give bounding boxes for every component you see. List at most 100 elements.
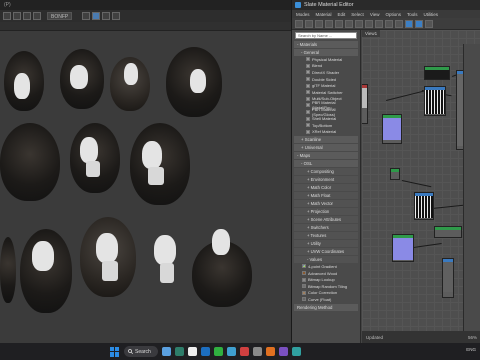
browser-item[interactable]: Material Switcher [294,89,358,96]
app-icon[interactable] [175,347,184,356]
osl-subgroup[interactable]: - Values [294,256,358,264]
material-node[interactable] [392,234,414,262]
bitmap-node[interactable] [414,192,434,220]
menu-view[interactable]: View [370,12,380,17]
slate-title-bar[interactable]: Slate Material Editor [292,0,480,10]
hair-model[interactable] [70,123,120,193]
osl-subgroup[interactable]: + Environment [294,176,358,184]
category-scanline[interactable]: + Scanline [294,136,358,144]
browser-search-input[interactable]: Search by Name ... [295,32,357,39]
osl-subgroup[interactable]: + UVW Coordinates [294,248,358,256]
hair-model[interactable] [4,51,44,111]
hair-model[interactable] [192,227,252,307]
browser-item[interactable]: Double Sided [294,76,358,83]
pick-material-icon[interactable] [305,19,313,28]
map-item[interactable]: Color Correction [294,290,358,297]
start-icon[interactable] [110,346,120,357]
menu-utilities[interactable]: Utilities [424,12,439,17]
app-icon[interactable] [201,347,210,356]
material-map-browser-icon[interactable] [415,19,423,28]
map-item[interactable]: Curve (Float) [294,296,358,303]
browser-item[interactable]: Physical Material [294,56,358,63]
tool-button[interactable] [112,12,121,20]
menu-modes[interactable]: Modes [296,12,310,17]
hair-model[interactable] [146,225,186,299]
osl-subgroup[interactable]: + Scene Attributes [294,216,358,224]
category-general[interactable]: - General [294,49,358,56]
show-map-icon[interactable] [365,19,373,28]
bitmap-node[interactable] [424,86,446,116]
chrome-icon[interactable] [214,347,223,356]
category-maps[interactable]: - Maps [294,152,358,160]
app-icon[interactable] [188,347,197,356]
output-node[interactable] [442,258,454,298]
explorer-icon[interactable] [162,347,171,356]
tool-button[interactable] [3,12,11,20]
category-rendering-method[interactable]: Rendering Method [294,303,358,311]
tool-button[interactable] [23,12,31,20]
view-mode-dropdown[interactable]: BONFP [47,12,73,20]
hair-model[interactable] [130,123,190,205]
osl-subgroup[interactable]: + Switchers [294,224,358,232]
hair-model[interactable] [166,47,222,117]
app-icon[interactable] [227,347,236,356]
map-item[interactable]: Advanced Wood [294,270,358,277]
delete-icon[interactable] [335,19,343,28]
assign-material-icon[interactable] [325,19,333,28]
hair-model[interactable] [110,53,150,111]
app-icon[interactable] [266,347,275,356]
app-icon[interactable] [240,347,249,356]
parameter-editor-edge[interactable] [463,44,480,331]
map-item[interactable]: Bitmap Lookup [294,276,358,283]
navigator-icon[interactable] [425,19,433,28]
texture-node[interactable] [362,84,368,124]
select-tool-icon[interactable] [295,19,303,28]
max-taskbar-icon[interactable] [292,347,301,356]
browser-item[interactable]: XRef Material [294,129,358,136]
zoom-level[interactable]: 56% [468,335,477,340]
view-tab[interactable]: View1 [362,30,381,37]
taskbar-search[interactable]: Search [124,346,158,357]
browser-item[interactable]: Top/Bottom [294,122,358,129]
menu-select[interactable]: Select [351,12,364,17]
tool-button[interactable] [33,12,41,20]
hide-unused-icon[interactable] [355,19,363,28]
menu-tools[interactable]: Tools [407,12,418,17]
browser-item[interactable]: glTF Material [294,82,358,89]
hair-model[interactable] [20,229,72,313]
osl-subgroup[interactable]: + Math Color [294,184,358,192]
hair-model[interactable] [0,123,60,201]
map-item[interactable]: 4-point Gradient [294,263,358,270]
browser-item[interactable]: Blend [294,63,358,70]
osl-subgroup[interactable]: + Projection [294,208,358,216]
show-background-icon[interactable] [375,19,383,28]
layout-children-icon[interactable] [395,19,403,28]
osl-subgroup[interactable]: + Math Vector [294,200,358,208]
tool-button[interactable] [82,12,91,20]
texture-node[interactable] [390,168,400,180]
app-icon[interactable] [279,347,288,356]
menu-options[interactable]: Options [386,12,402,17]
hair-model[interactable] [0,237,16,303]
osl-subgroup[interactable]: + Utility [294,240,358,248]
map-item[interactable]: Bitmap Random Tiling [294,283,358,290]
tool-button[interactable] [13,12,21,20]
osl-subgroup[interactable]: + Math Float [294,192,358,200]
category-materials[interactable]: - Materials [294,41,358,48]
viewport-canvas[interactable] [0,31,291,343]
layout-icon[interactable] [385,19,393,28]
hair-model[interactable] [80,217,136,297]
move-children-icon[interactable] [345,19,353,28]
category-universal[interactable]: + Universal [294,144,358,152]
menu-material[interactable]: Material [316,12,332,17]
browser-item[interactable]: DirectX Shader [294,69,358,76]
browser-item[interactable]: PBR Material (Spec/Gloss) [294,107,358,117]
material-node[interactable] [382,114,402,144]
material-node[interactable] [434,226,462,238]
system-tray[interactable]: ENG [466,347,476,352]
bitmap-node[interactable] [424,66,450,80]
app-icon[interactable] [253,347,262,356]
menu-edit[interactable]: Edit [338,12,346,17]
osl-subgroup[interactable]: + Compositing [294,168,358,176]
tool-button[interactable] [92,12,101,20]
